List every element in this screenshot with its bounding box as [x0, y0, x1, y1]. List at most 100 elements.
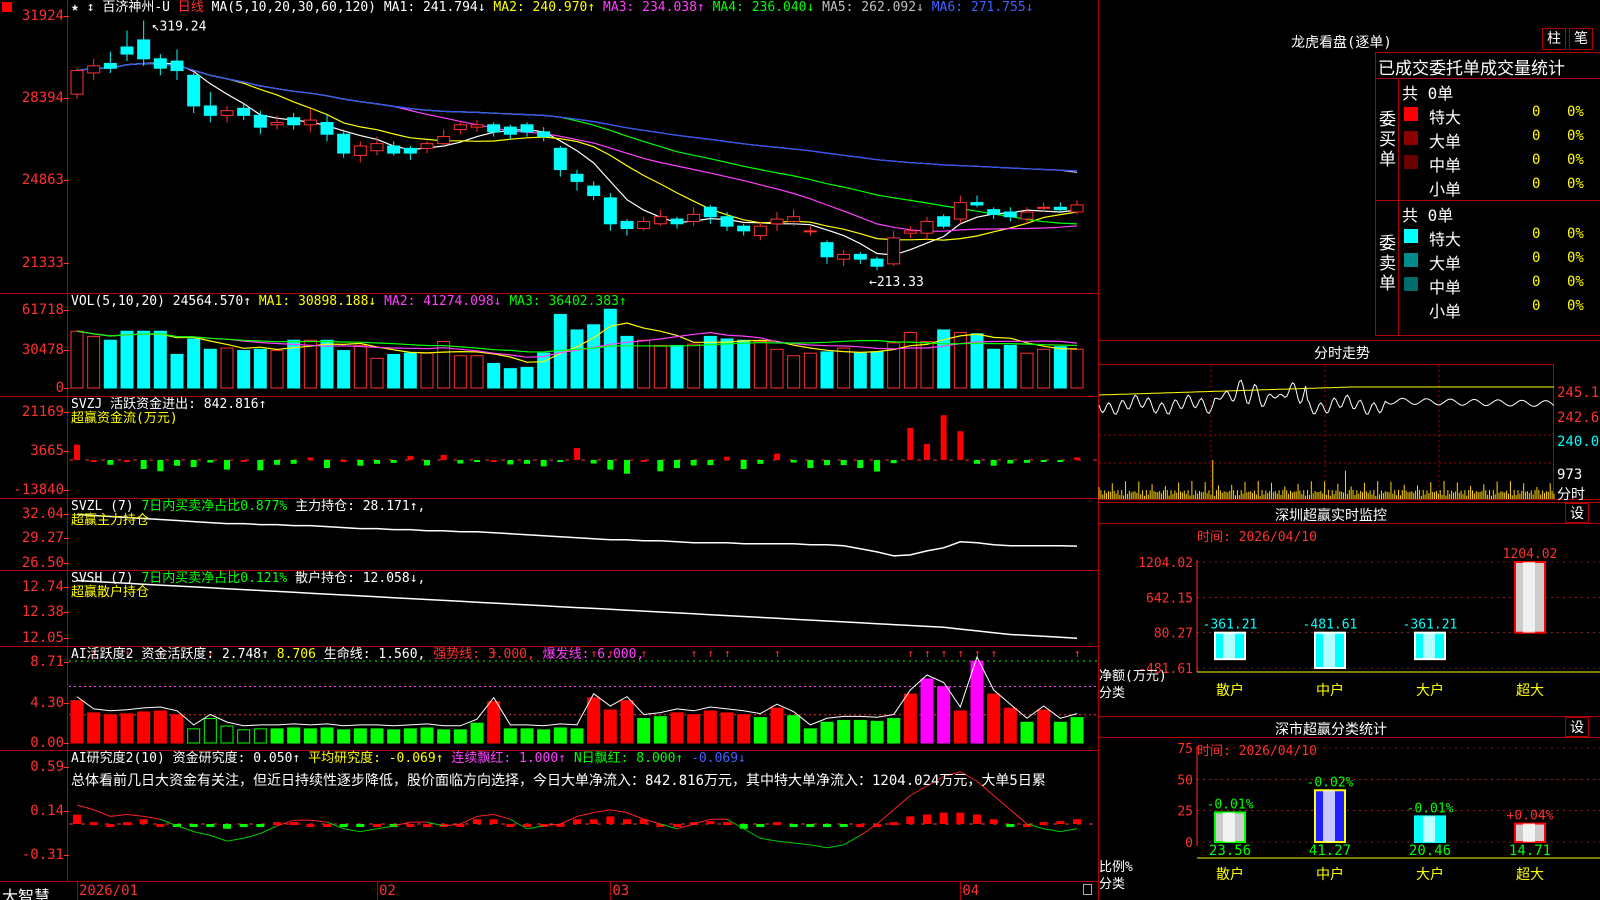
candle	[703, 206, 717, 218]
activity-bar	[487, 701, 501, 744]
fund-flow-bar	[574, 448, 580, 460]
candle	[820, 242, 834, 258]
order-count: 0	[1532, 176, 1541, 192]
bar-mode-button[interactable]: 柱	[1542, 28, 1566, 50]
sell-swatch-icon	[1404, 277, 1418, 291]
research-line	[843, 834, 861, 846]
research-line	[260, 825, 278, 834]
research-bar	[839, 824, 848, 827]
candle	[570, 173, 584, 182]
order-type-label: 大单	[1429, 254, 1462, 273]
svsh-header: SVSH (7) 7日内买卖净占比0.121% 散户持仓: 12.058↓,	[71, 572, 425, 586]
y-tick-mark	[64, 350, 69, 351]
x-tick-label: 02	[379, 883, 396, 899]
monitor-value-label: 1204.02	[1503, 547, 1558, 562]
ai-research-pane[interactable]: AI研究度2(10) 资金研究度: 0.050↑ 平均研究度: -0.069↑ …	[69, 751, 1097, 881]
research-bar	[823, 824, 831, 827]
volume-bar	[820, 351, 834, 389]
fund-flow-bar	[224, 460, 230, 470]
y-tick-label: 12.74	[21, 579, 64, 595]
research-bar	[989, 819, 998, 824]
research-line	[1010, 809, 1028, 825]
volume-pane[interactable]: VOL(5,10,20) 24564.570↑ MA1: 30898.188↓ …	[69, 294, 1097, 396]
monitor-tick: 1204.02	[1138, 556, 1193, 571]
fund-flow-bar	[340, 460, 347, 462]
activity-bar	[1053, 721, 1067, 744]
y-tick-mark	[64, 587, 69, 588]
candle	[303, 119, 317, 126]
ma-label: MA(5,10,20,30,60,120)	[211, 0, 377, 15]
x-tick-mark	[377, 882, 378, 900]
buy-swatch-icon	[1404, 179, 1418, 193]
fund-flow-bar	[790, 460, 797, 463]
y-tick-label: 0.00	[30, 735, 64, 751]
activity-bar	[87, 712, 101, 744]
research-bar	[673, 824, 681, 827]
star-icon[interactable]: ★ ↕	[71, 0, 94, 15]
research-line	[876, 809, 894, 825]
volume-bar	[837, 347, 851, 389]
volume-bar	[387, 353, 401, 389]
research-bar	[106, 824, 115, 827]
monitor-bar-highlight	[1323, 632, 1335, 668]
volume-bar	[753, 341, 767, 389]
candle	[1053, 206, 1067, 211]
volume-bar	[153, 330, 167, 389]
price-pane[interactable]: ↖319.24 ←213.33 ★ ↕ 百济神州-U 日线 MA(5,10,20,…	[69, 0, 1097, 293]
fund-flow-bar	[874, 460, 880, 472]
period-label[interactable]: 日线	[178, 0, 204, 15]
fund-flow-bar	[907, 428, 914, 460]
activity-bar	[1037, 709, 1051, 744]
activity-bar	[637, 718, 651, 744]
sell-side-label: 委卖单	[1379, 234, 1396, 294]
vol-ma1: MA1: 30898.188↓	[258, 294, 377, 309]
candle	[1020, 211, 1034, 220]
ai1-name: 资金活跃度:	[141, 647, 215, 662]
sell-swatch-icon	[1404, 229, 1418, 243]
fund-flow-bar	[757, 460, 764, 464]
svzl-pane[interactable]: SVZL (7) 7日内买卖净占比0.877% 主力持仓: 28.171↑, 超…	[69, 499, 1097, 570]
svsh-pane[interactable]: SVSH (7) 7日内买卖净占比0.121% 散户持仓: 12.058↓, 超…	[69, 571, 1097, 646]
ai-activity-pane[interactable]: ↑ ↑ ↑ ↑ ↑ ↑ ↑ ↑ ↑ ↑ ↑ ↑ ↑ ↑ ↑ ↑ ↑ ↑ ↑ AI活跃度2 资金活跃度: 2.748↑…	[69, 647, 1097, 750]
activity-bar	[237, 729, 251, 744]
up-arrow-icon: ↑	[724, 647, 731, 660]
candle	[970, 202, 984, 206]
research-bar	[256, 824, 265, 827]
volume-bar	[737, 339, 751, 389]
holding-line	[76, 513, 1078, 557]
monitor-bar-highlight	[1223, 632, 1235, 660]
candle	[1070, 204, 1084, 213]
y-tick-mark	[64, 180, 69, 181]
research-bar	[789, 824, 798, 827]
activity-bar	[653, 716, 667, 744]
fund-flow-bar	[640, 460, 647, 462]
fund-flow-bar	[440, 454, 447, 460]
ai1-value: 2.748↑	[221, 647, 269, 662]
up-arrow-icon: ↑	[941, 647, 948, 660]
fund-flow-bar	[257, 460, 264, 471]
lock-icon[interactable]	[1083, 884, 1092, 895]
fund-flow-bar	[424, 460, 430, 466]
ai-activity-chart: ↑ ↑ ↑ ↑ ↑ ↑ ↑ ↑ ↑ ↑ ↑ ↑ ↑ ↑ ↑ ↑ ↑ ↑ ↑	[69, 647, 1097, 744]
research-bar	[739, 824, 748, 829]
class-title: 深市超赢分类统计	[1275, 722, 1387, 738]
order-count: 0	[1532, 104, 1541, 120]
activity-bar	[137, 711, 151, 744]
class-settings-button[interactable]: 设	[1565, 717, 1589, 737]
activity-bar	[987, 693, 1001, 744]
svzl-header: SVZL (7) 7日内买卖净占比0.877% 主力持仓: 28.171↑,	[71, 500, 425, 514]
tick-mode-button[interactable]: 笔	[1569, 28, 1593, 50]
up-arrow-icon: ↑	[907, 647, 914, 660]
y-tick-mark	[64, 855, 69, 856]
research-line	[493, 814, 511, 820]
svzj-pane[interactable]: SVZJ 活跃资金进出: 842.816↑ 超赢资金流(万元)	[69, 397, 1097, 498]
research-bar	[206, 824, 215, 827]
research-bar	[806, 824, 815, 827]
activity-bar	[120, 713, 134, 744]
monitor-category-label: 超大	[1516, 683, 1544, 699]
class-bar-highlight	[1423, 816, 1435, 842]
candle	[720, 216, 734, 227]
fund-flow-bar	[890, 460, 897, 464]
intraday-chart-frame[interactable]	[1098, 364, 1555, 501]
monitor-settings-button[interactable]: 设	[1565, 503, 1589, 523]
